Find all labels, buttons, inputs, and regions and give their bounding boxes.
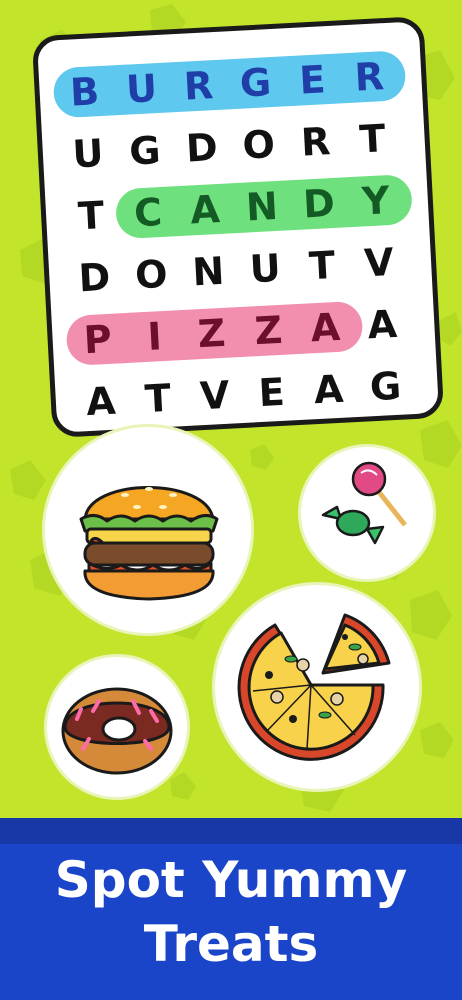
grid-cell[interactable]: U bbox=[61, 123, 114, 184]
tagline: Spot Yummy Treats bbox=[0, 848, 462, 976]
grid-cell[interactable]: T bbox=[296, 235, 349, 296]
grid-cell[interactable]: D bbox=[175, 118, 228, 179]
pizza-icon bbox=[237, 613, 391, 761]
grid-cell[interactable]: U bbox=[239, 238, 292, 299]
grid-cell[interactable]: R bbox=[172, 56, 225, 117]
candy-icon bbox=[321, 461, 407, 545]
app-screen: B U R G E R U G D O R T T C A N D Y D O … bbox=[0, 0, 462, 1000]
grid-cell[interactable]: N bbox=[235, 176, 288, 237]
grid-cell[interactable]: A bbox=[179, 179, 232, 240]
grid-cell[interactable]: E bbox=[286, 50, 339, 111]
grid-cell[interactable]: V bbox=[188, 365, 241, 426]
grid-cell[interactable]: A bbox=[74, 371, 127, 432]
grid-cell[interactable]: O bbox=[125, 244, 178, 305]
grid-cell[interactable]: B bbox=[58, 62, 111, 123]
grid-cell[interactable]: I bbox=[128, 306, 181, 367]
tagline-line-2: Treats bbox=[143, 915, 319, 973]
grid-cell[interactable]: Y bbox=[349, 170, 402, 231]
grid-cell[interactable]: Z bbox=[242, 300, 295, 361]
grid-cell[interactable]: E bbox=[245, 362, 298, 423]
grid-cell[interactable]: G bbox=[118, 121, 171, 182]
footer-band bbox=[0, 818, 462, 844]
grid-cell[interactable]: Z bbox=[185, 303, 238, 364]
grid-cell[interactable]: C bbox=[122, 182, 175, 243]
word-search-grid: B U R G E R U G D O R T T C A N D Y D O … bbox=[31, 16, 445, 438]
grid-cell[interactable]: A bbox=[356, 294, 409, 355]
tagline-line-1: Spot Yummy bbox=[54, 851, 408, 909]
donut-icon bbox=[61, 687, 173, 775]
footer-banner: Spot Yummy Treats bbox=[0, 818, 462, 1000]
grid-cell[interactable]: D bbox=[292, 173, 345, 234]
grid-cell[interactable]: V bbox=[353, 232, 406, 293]
grid-cell[interactable]: T bbox=[65, 185, 118, 246]
grid-cell[interactable]: A bbox=[299, 297, 352, 358]
candy-card[interactable] bbox=[298, 444, 436, 582]
grid-cell[interactable]: P bbox=[71, 309, 124, 370]
grid-cell[interactable]: D bbox=[68, 247, 121, 308]
pizza-card[interactable] bbox=[212, 582, 422, 792]
grid-cell[interactable]: T bbox=[131, 368, 184, 429]
grid-cell[interactable]: O bbox=[232, 115, 285, 176]
donut-card[interactable] bbox=[44, 654, 190, 800]
grid-cell[interactable]: G bbox=[229, 53, 282, 114]
grid-cell[interactable]: U bbox=[115, 59, 168, 120]
grid-cell[interactable]: N bbox=[182, 241, 235, 302]
grid-cell[interactable]: R bbox=[289, 112, 342, 173]
grid-cell[interactable]: G bbox=[359, 356, 412, 417]
grid-cell[interactable]: R bbox=[343, 47, 396, 108]
grid-cell[interactable]: T bbox=[346, 109, 399, 170]
grid-cell[interactable]: A bbox=[302, 359, 355, 420]
